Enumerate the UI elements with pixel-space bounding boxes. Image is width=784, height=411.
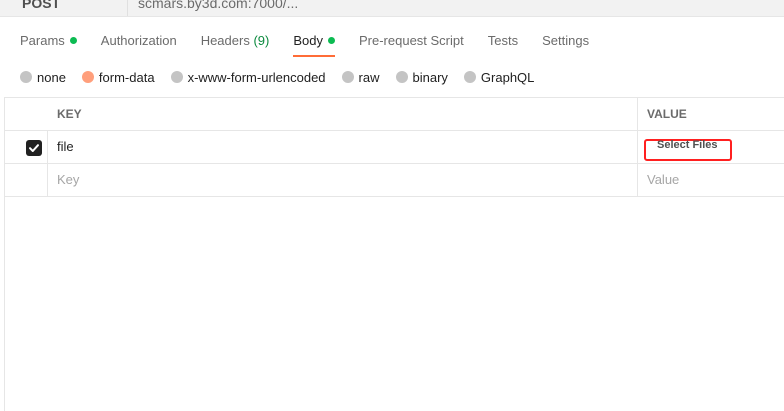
radio-circle-icon xyxy=(170,71,183,83)
radio-selected-icon xyxy=(81,71,94,83)
tab-settings[interactable]: Settings xyxy=(542,31,589,57)
radio-label: none xyxy=(37,69,66,85)
radio-label: form-data xyxy=(98,69,155,85)
body-type-radios: none form-data x-www-form-urlencoded raw… xyxy=(20,68,550,86)
radio-graphql[interactable]: GraphQL xyxy=(463,69,535,85)
tab-body[interactable]: Body xyxy=(293,31,335,57)
radio-raw[interactable]: raw xyxy=(341,69,380,85)
params-status-dot xyxy=(69,37,77,44)
radio-form-data[interactable]: form-data xyxy=(81,69,155,85)
row-enabled-checkbox[interactable] xyxy=(26,140,42,156)
request-tabs: Params Authorization Headers (9) Body Pr… xyxy=(20,31,613,57)
url-input[interactable]: scmars.by3d.com:7000/... xyxy=(138,0,298,16)
key-column-header: KEY xyxy=(48,98,638,130)
headers-count: (9) xyxy=(253,33,270,48)
radio-label: binary xyxy=(412,69,448,85)
table-row: file Select Files xyxy=(4,131,784,164)
radio-x-www-form-urlencoded[interactable]: x-www-form-urlencoded xyxy=(170,69,326,85)
tab-body-label: Body xyxy=(293,33,323,48)
tab-params[interactable]: Params xyxy=(20,31,77,57)
url-bar: POST scmars.by3d.com:7000/... xyxy=(0,0,784,17)
tab-pre-request-script[interactable]: Pre-request Script xyxy=(359,31,464,57)
new-key-input[interactable]: Key xyxy=(48,164,638,196)
radio-none[interactable]: none xyxy=(20,70,66,85)
tab-settings-label: Settings xyxy=(542,33,590,48)
radio-circle-icon xyxy=(395,71,408,83)
radio-label: raw xyxy=(358,69,380,85)
row-check-cell xyxy=(4,131,48,163)
tab-tests[interactable]: Tests xyxy=(488,31,518,57)
table-header-row: KEY VALUE xyxy=(4,98,784,131)
value-column-header: VALUE xyxy=(647,107,687,121)
tab-headers-label: Headers xyxy=(200,33,250,48)
key-input[interactable]: file xyxy=(48,131,638,163)
header-check-cell xyxy=(4,98,48,130)
radio-circle-icon xyxy=(20,71,32,83)
select-files-button[interactable]: Select Files xyxy=(644,139,732,161)
tab-authorization[interactable]: Authorization xyxy=(101,31,177,57)
checkmark-icon xyxy=(29,144,39,152)
table-row-empty: Key Value xyxy=(4,164,784,197)
radio-label: GraphQL xyxy=(480,69,535,85)
body-status-dot xyxy=(327,37,335,44)
row-check-cell xyxy=(4,164,48,196)
value-cell: Select Files xyxy=(638,131,784,163)
radio-circle-icon xyxy=(463,71,476,83)
tab-headers[interactable]: Headers (9) xyxy=(201,31,270,57)
radio-label: x-www-form-urlencoded xyxy=(187,69,326,85)
tab-tests-label: Tests xyxy=(487,33,519,48)
tab-params-label: Params xyxy=(20,33,65,48)
radio-circle-icon xyxy=(341,71,354,83)
tab-authorization-label: Authorization xyxy=(100,33,177,48)
radio-binary[interactable]: binary xyxy=(395,69,448,85)
left-divider xyxy=(4,97,5,411)
new-value-input[interactable]: Value xyxy=(638,164,784,196)
form-data-table: KEY VALUE file Select Files Key Value xyxy=(4,97,784,197)
tab-pre-request-script-label: Pre-request Script xyxy=(358,33,464,48)
method-select[interactable]: POST xyxy=(0,0,128,16)
